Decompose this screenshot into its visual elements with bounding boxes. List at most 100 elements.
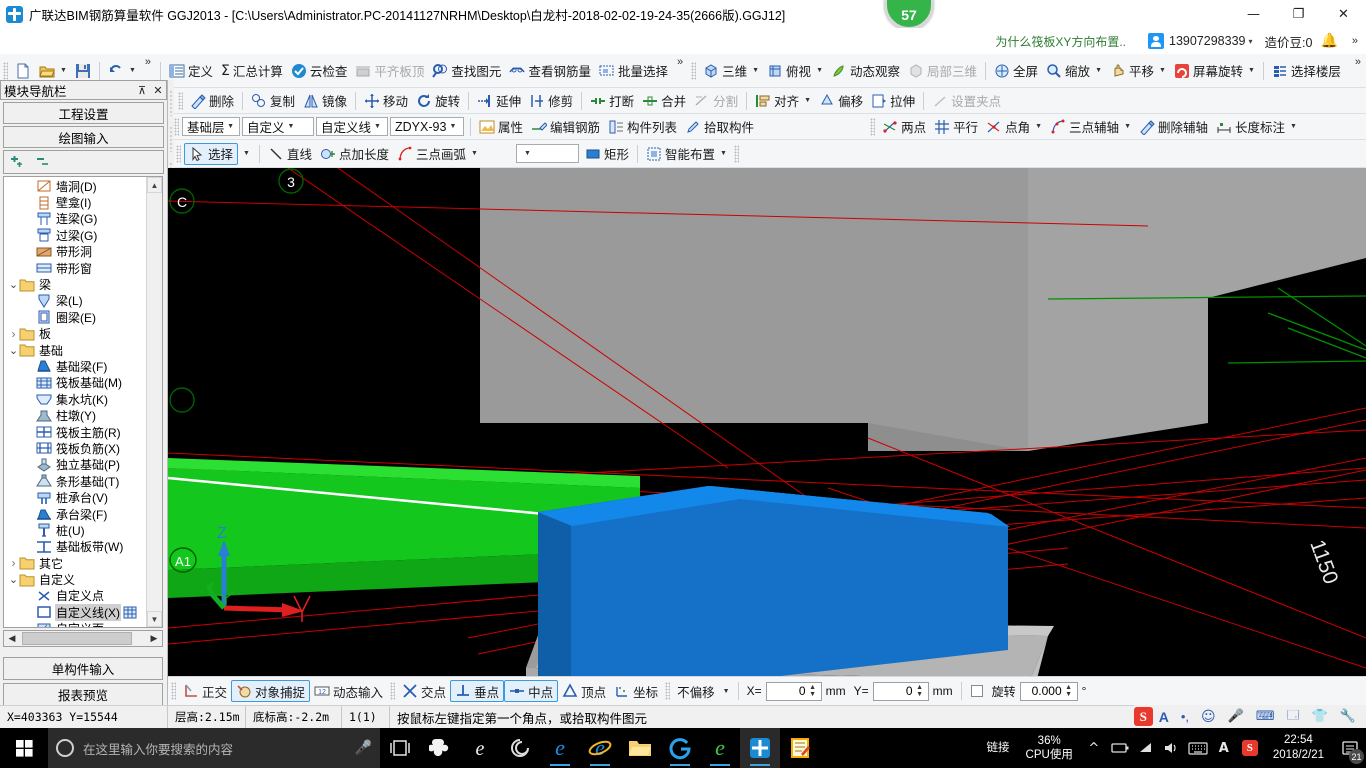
toolbar-item-copy[interactable]: 复制 [247,90,299,112]
notification-badge[interactable]: 57 [884,0,934,30]
chevron-down-icon[interactable]: ⌄ [8,573,19,586]
toolbar-item-align[interactable]: 对齐 ▼ [751,90,815,112]
component-tree[interactable]: 墙洞(D) 壁龛(I) 连梁(G) 过梁(G) 带形洞 带形窗 ⌄ 梁梁(L) 圈梁(E) › 板 ⌄… [3,176,163,628]
toolbar-item-point-plus-length[interactable]: 点加长度 [316,143,393,165]
toolbar-item-merge[interactable]: 合并 [638,90,690,112]
tree-item[interactable]: 条形基础(T) [4,473,147,489]
ime-indicator-icon[interactable]: A [1211,728,1237,768]
toolbar-item-summary-calc[interactable]: Σ 汇总计算 [217,60,287,82]
sogou-tray-icon[interactable]: S [1237,728,1263,768]
snap-ortho[interactable]: 正交 [179,680,231,702]
voice-icon[interactable]: 🎤 [1228,709,1244,724]
tree-item[interactable]: 带形洞 [4,244,147,260]
volume-icon[interactable] [1159,728,1185,768]
snap-coordinate[interactable]: 坐标 [610,680,662,702]
task-view-icon[interactable] [380,728,420,768]
start-button[interactable] [0,728,48,768]
single-component-input-button[interactable]: 单构件输入 [3,657,163,680]
chevron-down-icon[interactable]: ▼ [1159,67,1166,74]
toolbar-item-length-dimension[interactable]: 长度标注 ▼ [1212,116,1301,138]
toolbar-grip[interactable] [178,91,183,110]
account-coins[interactable]: 造价豆:0 [1265,32,1313,51]
tree-item[interactable]: 桩(U) [4,522,147,538]
chevron-right-icon[interactable]: › [8,327,19,341]
toolbar-overflow-mid[interactable]: » [672,56,688,68]
toolbar-item-smart-layout[interactable]: 智能布置 ▼ [642,143,731,165]
close-button[interactable]: ✕ [1321,0,1366,28]
tree-item[interactable]: › 板 [4,326,147,342]
rotate-checkbox[interactable] [970,685,983,697]
edge-e-icon[interactable]: e [460,728,500,768]
draw-extra-combo[interactable]: ▼ [515,144,579,163]
notification-center-button[interactable]: 21 [1334,728,1366,768]
chevron-down-icon[interactable]: ▼ [720,150,727,157]
tree-item[interactable]: ⌄ 梁 [4,276,147,292]
toolbar-item-3d-view[interactable]: 三维 ▼ [699,60,763,82]
toolbar-item-dynamic-observe[interactable]: 动态观察 [827,60,904,82]
y-spinner[interactable]: ▲ ▼ [914,682,926,701]
report-preview-button[interactable]: 报表预览 [3,683,163,706]
tree-item[interactable]: 集水坑(K) [4,391,147,407]
chevron-down-icon[interactable]: ▼ [1248,67,1255,74]
sogou-icon[interactable]: S [1133,707,1153,726]
promo-link[interactable]: 为什么筏板XY方向布置.. [995,33,1126,50]
chevron-down-icon[interactable]: ▼ [1290,123,1297,130]
tree-item[interactable]: 自定义线(X) [4,603,147,621]
tree-item[interactable]: 圈梁(E) [4,309,147,325]
toolbar-item-rectangle[interactable]: 矩形 [581,143,633,165]
g-browser-icon[interactable] [660,728,700,768]
toolbar-item-partial-3d[interactable]: 局部三维 [904,60,981,82]
settings-wrench-icon[interactable]: 🔧 [1340,709,1356,724]
toolbar-item-rotate[interactable]: 旋转 [412,90,464,112]
bell-icon[interactable]: 🔔 [1320,33,1337,49]
tree-item[interactable]: 墙洞(D) [4,178,147,194]
tree-item[interactable]: 筏板主筋(R) [4,424,147,440]
toolbar-item-fullscreen[interactable]: 全屏 [990,60,1042,82]
x-offset-input[interactable]: 0 ▲ ▼ [765,681,822,701]
toolbar-item-screen-rotate[interactable]: 屏幕旋转 ▼ [1170,60,1259,82]
close-icon[interactable]: ✕ [150,84,166,97]
toolbar-item-component-list[interactable]: 构件列表 [604,116,681,138]
chevron-down-icon[interactable]: ▼ [521,150,534,157]
ie-gold-icon[interactable]: e [580,728,620,768]
tree-item[interactable]: 承台梁(F) [4,506,147,522]
toolbar-grip[interactable] [691,61,697,80]
snap-dynamic-input[interactable]: 12 动态输入 [310,680,387,702]
chevron-down-icon[interactable]: ▼ [129,67,136,74]
tree-item[interactable]: 梁(L) [4,293,147,309]
spiral-icon[interactable] [500,728,540,768]
toolbar-item-top-view[interactable]: 俯视 ▼ [763,60,827,82]
tree-item[interactable]: 过梁(G) [4,227,147,243]
ime-mode-icon[interactable]: A [1159,709,1169,725]
emoji-icon[interactable]: ☺ [1201,709,1216,725]
toolbar-item-properties[interactable]: 属性 [475,116,527,138]
toolbar-grip[interactable] [3,61,8,80]
toolbar-grip[interactable] [665,682,671,700]
chevron-down-icon[interactable]: ▼ [371,123,384,130]
rotate-input[interactable]: 0.000 ▲ ▼ [1019,681,1078,701]
ie-blue-icon[interactable]: e [540,728,580,768]
chevron-down-icon[interactable]: ▼ [243,150,250,157]
keyboard-icon[interactable]: ⌨ [1256,709,1275,724]
chevron-right-icon[interactable]: › [8,556,19,570]
keyboard-icon[interactable] [1185,728,1211,768]
ggj-app-icon[interactable] [740,728,780,768]
folder-icon[interactable] [620,728,660,768]
toolbar-item-pick-component[interactable]: 拾取构件 [681,116,758,138]
toolbar-item-split[interactable]: 分割 [690,90,742,112]
snap-object[interactable]: 对象捕捉 [231,680,311,702]
tray-expand-icon[interactable]: ^ [1081,728,1107,768]
tree-item[interactable]: 带形窗 [4,260,147,276]
toolbar-item-view-rebar[interactable]: 查看钢筋量 [505,60,595,82]
toolbar-item-set-grip[interactable]: 设置夹点 [928,90,1005,112]
new-file-button[interactable] [11,60,35,82]
notepad-app-icon[interactable] [780,728,820,768]
chevron-down-icon[interactable]: ▼ [446,123,459,130]
minimize-button[interactable]: — [1231,0,1276,28]
toolbar-item-edit-rebar[interactable]: 编辑钢筋 [527,116,604,138]
skin-icon[interactable]: 👕 [1312,709,1328,724]
chevron-down-icon[interactable]: ▼ [816,67,823,74]
chevron-down-icon[interactable]: ▼ [1124,123,1131,130]
tab-drawing-input[interactable]: 绘图输入 [3,126,164,148]
chevron-down-icon[interactable]: ▼ [224,123,237,130]
